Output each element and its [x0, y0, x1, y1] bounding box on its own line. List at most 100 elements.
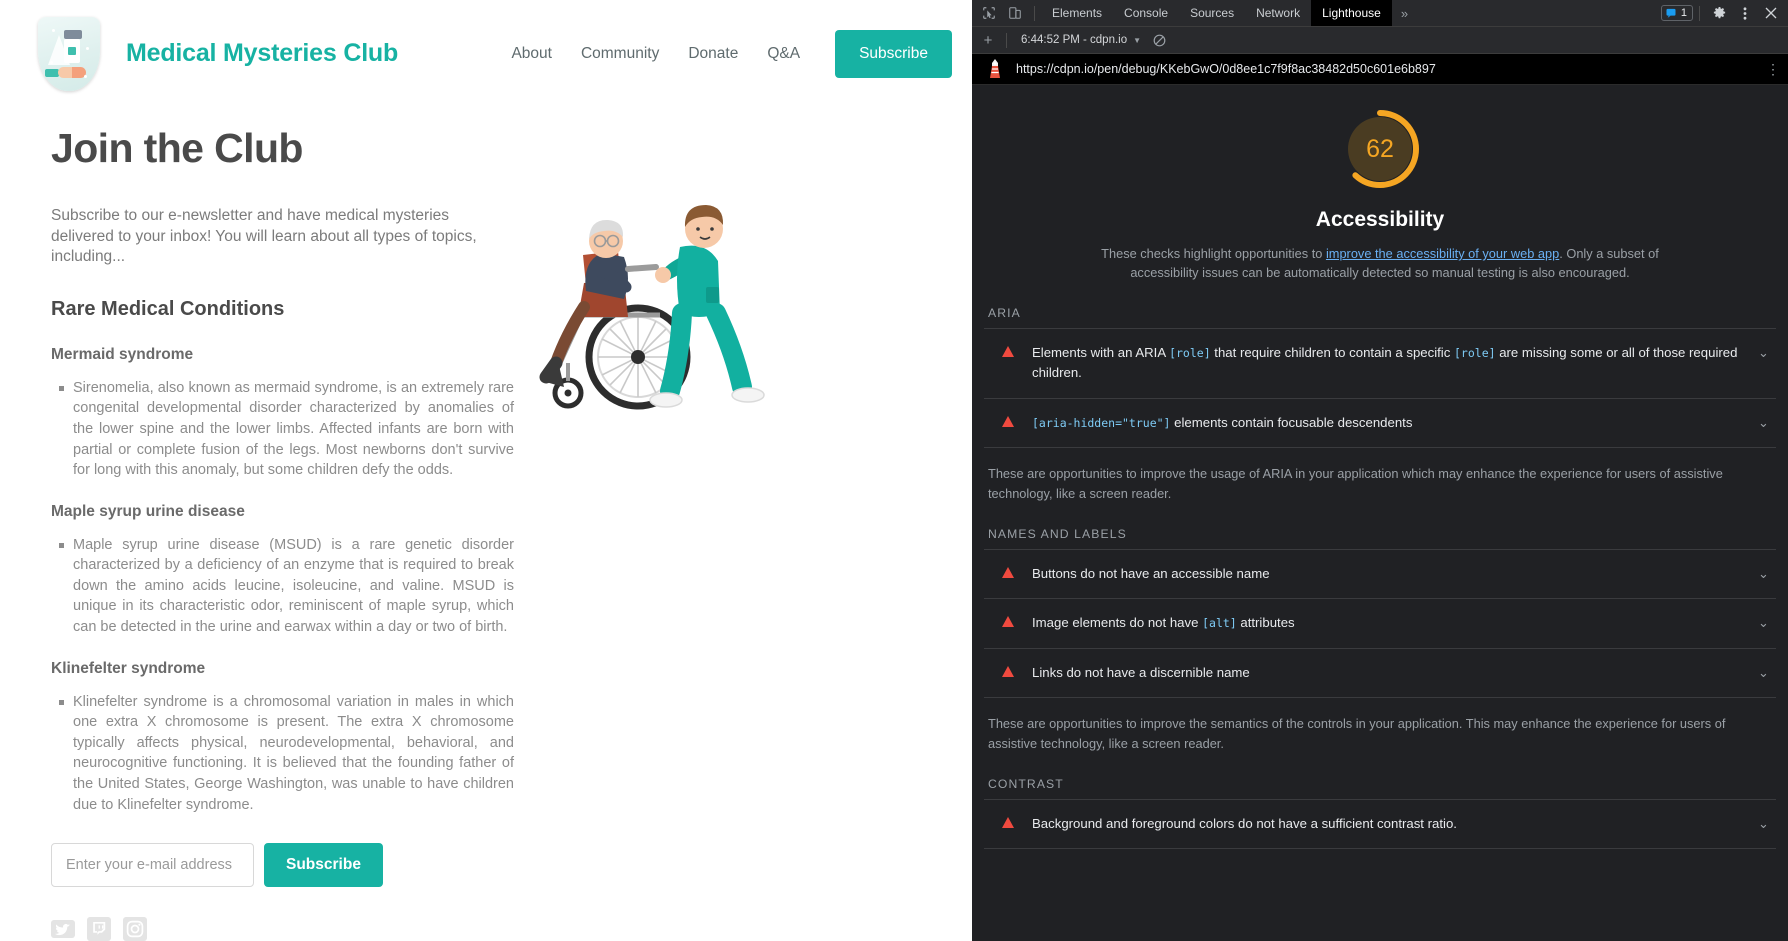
- toolbar-divider-2: [1699, 5, 1700, 21]
- lighthouse-report: https://cdpn.io/pen/debug/KKebGwO/0d8ee1…: [972, 54, 1788, 941]
- score-value: 62: [1366, 134, 1394, 163]
- audit-row[interactable]: Background and foreground colors do not …: [984, 798, 1776, 850]
- close-icon[interactable]: [1758, 1, 1784, 25]
- audit-row[interactable]: Elements with an ARIA [role] that requir…: [984, 327, 1776, 398]
- nav-item-qa[interactable]: Q&A: [767, 45, 800, 63]
- more-tabs-icon[interactable]: »: [1392, 6, 1417, 21]
- audit-title: Buttons do not have an accessible name: [1032, 565, 1270, 581]
- audit-title: [aria-hidden="true"] elements contain fo…: [1032, 414, 1413, 430]
- tab-sources[interactable]: Sources: [1179, 0, 1245, 26]
- score-gauge-section: 62 Accessibility These checks highlight …: [984, 85, 1776, 283]
- description-pre: These checks highlight opportunities to: [1101, 246, 1326, 261]
- nurse-pushing-patient-in-wheelchair-illustration: [520, 195, 820, 445]
- subscribe-submit-button[interactable]: Subscribe: [264, 843, 383, 888]
- nav-item-donate[interactable]: Donate: [688, 45, 738, 63]
- report-select[interactable]: 6:44:52 PM - cdpn.io ▼: [1013, 34, 1141, 46]
- group-footer-names-and-labels: These are opportunities to improve the s…: [988, 716, 1726, 752]
- devtools-toolbar: Elements Console Sources Network Lightho…: [972, 0, 1788, 27]
- audit-list-names-and-labels: Buttons do not have an accessible name ⌄…: [984, 548, 1776, 699]
- subscribe-form: Subscribe: [51, 843, 934, 888]
- report-select-value: 6:44:52 PM - cdpn.io: [1021, 34, 1128, 46]
- site-header: Medical Mysteries Club About Community D…: [0, 0, 972, 107]
- twitter-icon[interactable]: [51, 917, 75, 941]
- main-nav: About Community Donate Q&A Subscribe: [511, 29, 952, 78]
- lighthouse-logo-icon: [986, 58, 1004, 80]
- warning-triangle-icon: [1002, 816, 1014, 828]
- condition-title-3: Klinefelter syndrome: [51, 659, 206, 677]
- audit-title: Background and foreground colors do not …: [1032, 815, 1457, 831]
- list-item: Klinefelter syndrome is a chromosomal va…: [51, 692, 514, 815]
- list-item: Sirenomelia, also known as mermaid syndr…: [51, 378, 514, 481]
- audit-list-aria: Elements with an ARIA [role] that requir…: [984, 327, 1776, 449]
- accessibility-score-gauge: 62: [1338, 107, 1422, 191]
- tab-console[interactable]: Console: [1113, 0, 1179, 26]
- lighthouse-url-bar: https://cdpn.io/pen/debug/KKebGwO/0d8ee1…: [972, 54, 1788, 85]
- new-lighthouse-report-button[interactable]: +: [976, 32, 1000, 49]
- report-options-icon[interactable]: ⋮: [1766, 61, 1780, 76]
- chevron-down-icon[interactable]: ⌄: [1758, 615, 1772, 631]
- group-footer-aria: These are opportunities to improve the u…: [988, 466, 1723, 502]
- audit-title: Links do not have a discernible name: [1032, 664, 1250, 680]
- warning-triangle-icon: [1002, 415, 1014, 427]
- nav-subscribe-button[interactable]: Subscribe: [835, 29, 952, 78]
- gear-icon[interactable]: [1706, 1, 1732, 25]
- audit-row[interactable]: Links do not have a discernible name ⌄: [984, 647, 1776, 699]
- warning-triangle-icon: [1002, 616, 1014, 628]
- toolbar-divider: [1034, 5, 1035, 21]
- website-viewport: Medical Mysteries Club About Community D…: [0, 0, 972, 941]
- group-heading-contrast: CONTRAST: [988, 776, 1064, 791]
- page-title: Join the Club: [51, 125, 303, 171]
- accessibility-docs-link[interactable]: improve the accessibility of your web ap…: [1326, 246, 1559, 261]
- group-heading-aria: ARIA: [988, 305, 1021, 320]
- email-input[interactable]: [51, 843, 254, 888]
- audit-title: Elements with an ARIA [role] that requir…: [1032, 344, 1738, 381]
- nav-item-about[interactable]: About: [511, 45, 552, 63]
- chevron-down-icon[interactable]: ⌄: [1758, 566, 1772, 582]
- medical-shield-badge-icon[interactable]: [38, 16, 100, 91]
- tab-elements[interactable]: Elements: [1041, 0, 1113, 26]
- chevron-down-icon[interactable]: ⌄: [1758, 665, 1772, 681]
- chevron-down-icon: ▼: [1133, 35, 1142, 45]
- category-title: Accessibility: [1315, 208, 1445, 231]
- lighthouse-subbar: + 6:44:52 PM - cdpn.io ▼: [972, 27, 1788, 54]
- subbar-divider: [1006, 32, 1007, 48]
- inspect-element-icon[interactable]: [976, 1, 1002, 25]
- audit-row[interactable]: [aria-hidden="true"] elements contain fo…: [984, 397, 1776, 449]
- group-heading-names-and-labels: NAMES AND LABELS: [988, 526, 1127, 541]
- devtools-toolbar-right: 1: [1660, 1, 1788, 25]
- lighthouse-report-body: 62 Accessibility These checks highlight …: [972, 85, 1788, 850]
- warning-triangle-icon: [1002, 345, 1014, 357]
- instagram-icon[interactable]: [123, 917, 147, 941]
- tab-lighthouse[interactable]: Lighthouse: [1311, 0, 1392, 26]
- intro-paragraph: Subscribe to our e-newsletter and have m…: [51, 207, 477, 266]
- issues-count: 1: [1680, 7, 1687, 19]
- condition-list-3: Klinefelter syndrome is a chromosomal va…: [51, 692, 934, 815]
- page-content: Join the Club Subscribe to our e-newslet…: [0, 107, 972, 941]
- chevron-down-icon[interactable]: ⌄: [1758, 345, 1772, 361]
- devtools-panel: Elements Console Sources Network Lightho…: [972, 0, 1788, 941]
- warning-triangle-icon: [1002, 566, 1014, 578]
- chevron-down-icon[interactable]: ⌄: [1758, 816, 1772, 832]
- warning-triangle-icon: [1002, 665, 1014, 677]
- condition-list-2: Maple syrup urine disease (MSUD) is a ra…: [51, 535, 934, 638]
- issues-counter-button[interactable]: 1: [1660, 5, 1693, 21]
- audit-list-contrast: Background and foreground colors do not …: [984, 798, 1776, 850]
- devtools-tabs: Elements Console Sources Network Lightho…: [1041, 0, 1417, 26]
- category-description: These checks highlight opportunities to …: [1080, 244, 1680, 283]
- audit-row[interactable]: Image elements do not have [alt] attribu…: [984, 598, 1776, 647]
- audit-row[interactable]: Buttons do not have an accessible name ⌄: [984, 548, 1776, 598]
- twitch-icon[interactable]: [87, 917, 111, 941]
- audit-title: Image elements do not have [alt] attribu…: [1032, 615, 1295, 631]
- nav-item-community[interactable]: Community: [581, 45, 659, 63]
- site-title: Medical Mysteries Club: [126, 39, 399, 67]
- report-url: https://cdpn.io/pen/debug/KKebGwO/0d8ee1…: [1016, 62, 1436, 76]
- chevron-down-icon[interactable]: ⌄: [1758, 415, 1772, 431]
- clear-reports-icon[interactable]: [1153, 34, 1166, 47]
- list-item: Maple syrup urine disease (MSUD) is a ra…: [51, 535, 514, 638]
- tab-network[interactable]: Network: [1245, 0, 1311, 26]
- screen-root: Medical Mysteries Club About Community D…: [0, 0, 1788, 941]
- more-options-icon[interactable]: [1732, 1, 1758, 25]
- toggle-device-toolbar-icon[interactable]: [1002, 1, 1028, 25]
- condition-title-2: Maple syrup urine disease: [51, 502, 245, 520]
- social-links: [51, 917, 934, 941]
